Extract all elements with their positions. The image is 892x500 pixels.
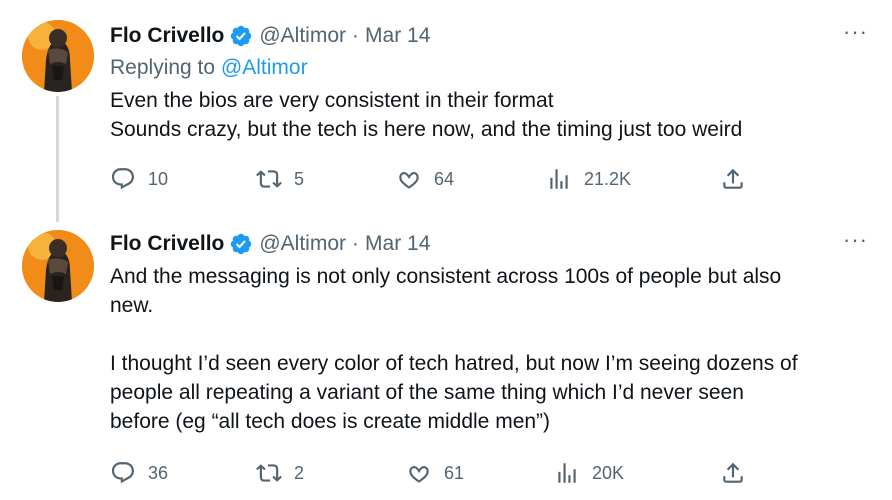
views-chart-icon xyxy=(558,463,576,483)
more-options-icon[interactable]: ··· xyxy=(843,21,868,43)
reply-button[interactable]: 10 xyxy=(110,166,168,192)
author-handle[interactable]: @Altimor xyxy=(259,24,346,48)
reply-count: 36 xyxy=(148,462,169,483)
separator: · xyxy=(352,24,360,47)
tweet-date[interactable]: Mar 14 xyxy=(365,232,430,256)
retweet-count: 5 xyxy=(294,168,305,189)
tweet-date[interactable]: Mar 14 xyxy=(365,24,430,48)
share-icon xyxy=(723,462,743,483)
retweet-button[interactable]: 2 xyxy=(256,460,304,486)
avatar[interactable] xyxy=(22,20,94,92)
heart-icon xyxy=(409,465,429,483)
verified-badge-icon xyxy=(231,233,252,255)
tweet-line: before (eg “all tech does is create midd… xyxy=(110,410,551,433)
separator: · xyxy=(352,232,360,255)
reply-icon xyxy=(111,462,134,484)
avatar[interactable] xyxy=(22,230,94,302)
retweet-icon xyxy=(256,464,282,482)
tweet-line: new. xyxy=(110,294,154,317)
replying-to-handle[interactable]: @Altimor xyxy=(221,56,308,79)
share-button[interactable] xyxy=(720,460,746,486)
like-button[interactable]: 64 xyxy=(396,166,454,192)
more-options-icon[interactable]: ··· xyxy=(843,229,868,251)
retweet-count: 2 xyxy=(294,462,305,483)
tweet-actions: 36 2 61 20K xyxy=(110,460,750,490)
thread-line xyxy=(56,96,59,222)
tweet-line: people all repeating a variant of the sa… xyxy=(110,381,744,404)
tweet-text: And the messaging is not only consistent… xyxy=(110,262,880,436)
replying-to: Replying to @Altimor xyxy=(110,56,308,80)
tweet-2[interactable]: Flo Crivello @Altimor · Mar 14 ··· And t… xyxy=(0,220,892,500)
retweet-icon xyxy=(256,170,282,188)
tweet-line: I thought I’d seen every color of tech h… xyxy=(110,352,798,375)
tweet-line: And the messaging is not only consistent… xyxy=(110,265,782,288)
like-count: 61 xyxy=(444,462,465,483)
views-button[interactable]: 21.2K xyxy=(546,166,631,192)
like-count: 64 xyxy=(434,168,455,189)
views-chart-icon xyxy=(550,169,568,189)
tweet-actions: 10 5 64 21.2K xyxy=(110,166,750,196)
share-icon xyxy=(723,168,743,189)
tweet-line: Sounds crazy, but the tech is here now, … xyxy=(110,118,743,141)
like-button[interactable]: 61 xyxy=(406,460,464,486)
tweet-1[interactable]: Flo Crivello @Altimor · Mar 14 ··· Reply… xyxy=(0,0,892,222)
verified-badge-icon xyxy=(231,25,252,47)
views-button[interactable]: 20K xyxy=(554,460,624,486)
author-name[interactable]: Flo Crivello xyxy=(110,232,224,256)
tweet-header: Flo Crivello @Altimor · Mar 14 xyxy=(110,22,430,50)
reply-button[interactable]: 36 xyxy=(110,460,168,486)
replying-to-label: Replying to xyxy=(110,56,216,79)
tweet-header: Flo Crivello @Altimor · Mar 14 xyxy=(110,230,430,258)
views-count: 20K xyxy=(592,462,625,483)
reply-count: 10 xyxy=(148,168,169,189)
author-handle[interactable]: @Altimor xyxy=(259,232,346,256)
heart-icon xyxy=(399,171,419,189)
paragraph-spacer xyxy=(110,320,880,349)
tweet-text: Even the bios are very consistent in the… xyxy=(110,86,880,144)
share-button[interactable] xyxy=(720,166,746,192)
reply-icon xyxy=(111,168,134,190)
tweet-line: Even the bios are very consistent in the… xyxy=(110,89,554,112)
retweet-button[interactable]: 5 xyxy=(256,166,304,192)
views-count: 21.2K xyxy=(584,168,632,189)
author-name[interactable]: Flo Crivello xyxy=(110,24,224,48)
